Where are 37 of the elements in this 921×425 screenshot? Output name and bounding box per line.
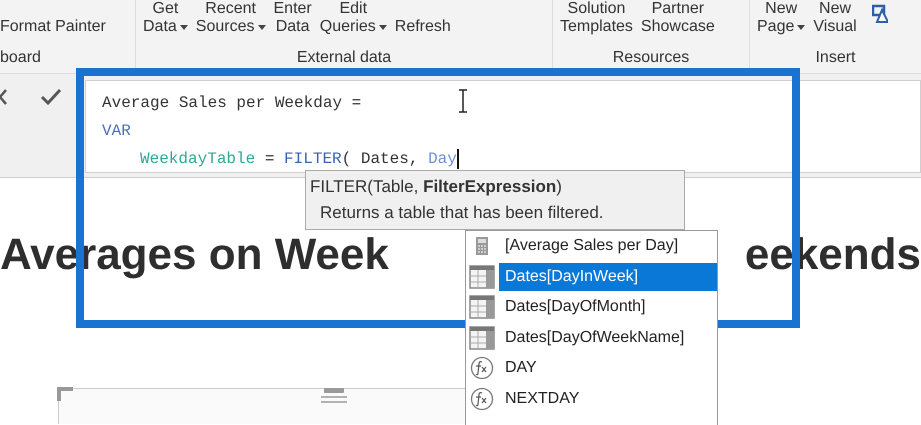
group-label: Resources [612, 49, 690, 67]
formula-editor[interactable]: Average Sales per Weekday = VAR WeekdayTable = FILTER( Dates, Day [85, 80, 921, 173]
suggestion-item[interactable]: DAY [499, 354, 717, 382]
close-icon[interactable] [0, 88, 8, 106]
ribbon-button[interactable]: Refresh [392, 18, 454, 36]
text-cursor-icon [458, 89, 468, 113]
ribbon-button[interactable]: New Page [754, 0, 808, 36]
group-label: Insert [814, 49, 856, 67]
ribbon-button[interactable]: Format Painter [0, 18, 106, 36]
ribbon-button[interactable]: Solution Templates [557, 0, 636, 36]
suggestion-item[interactable]: [Average Sales per Day] [499, 232, 717, 260]
ribbon-button[interactable]: Partner Showcase [638, 0, 718, 36]
ribbon-button[interactable]: Enter Data [270, 0, 315, 36]
code-line: WeekdayTable = FILTER( Dates, Day [140, 148, 459, 171]
function-signature: FILTER(Table, FilterExpression) [310, 176, 563, 198]
suggestion-item[interactable]: Dates[DayInWeek] [499, 262, 717, 291]
suggestion-item[interactable]: Dates[DayOfWeekName] [499, 324, 717, 352]
shapes-icon[interactable] [872, 2, 888, 24]
ribbon-button[interactable]: Edit Queries [316, 0, 390, 36]
check-icon[interactable] [40, 88, 62, 106]
code-line: VAR [102, 121, 131, 142]
suggestion-item[interactable]: NEXTDAY [499, 384, 717, 413]
function-icon [468, 356, 496, 380]
group-label: External data [296, 49, 392, 67]
ribbon-button[interactable]: New Visual [810, 0, 860, 36]
group-label: board [0, 49, 42, 67]
table-icon [468, 295, 496, 320]
suggestion-item[interactable]: Dates[DayOfMonth] [499, 293, 717, 322]
drag-grip-icon[interactable] [321, 388, 347, 404]
ribbon-button[interactable]: Recent Sources [192, 0, 268, 36]
table-icon [468, 264, 496, 289]
ribbon-button[interactable]: Get Data [140, 0, 191, 36]
code-line: Average Sales per Weekday = [102, 93, 362, 114]
resize-handle-icon[interactable] [57, 387, 73, 401]
table-icon [468, 326, 496, 350]
function-icon [468, 386, 496, 411]
function-description: Returns a table that has been filtered. [319, 202, 605, 224]
